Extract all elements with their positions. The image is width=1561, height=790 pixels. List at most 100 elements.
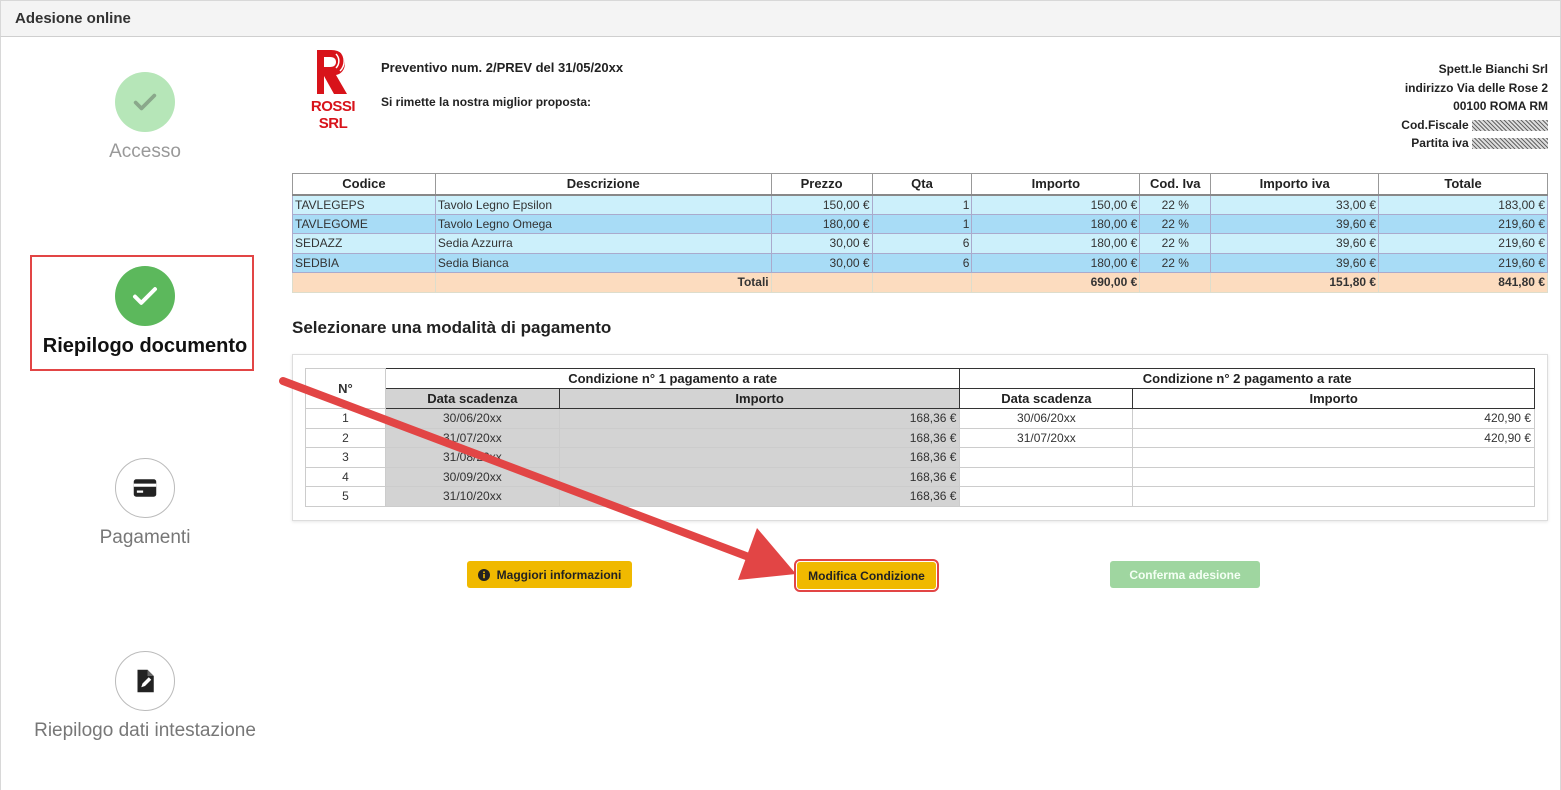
table-cell: Tavolo Legno Omega [434, 213, 772, 234]
step-label: Accesso [109, 141, 181, 162]
column-header: Descrizione [434, 173, 772, 196]
installment-cell: 420,90 € [1132, 427, 1535, 448]
credit-card-icon [115, 458, 175, 518]
table-row[interactable]: TAVLEGEPS Tavolo Legno Epsilon 150,00 €1 15… [292, 194, 1548, 215]
table-cell: Sedia Bianca [434, 252, 772, 273]
document-subtitle: Si rimette la nostra miglior proposta: [381, 95, 592, 109]
column-header: Totale [1378, 173, 1548, 196]
table-cell: 39,60 € [1210, 252, 1380, 273]
condition-1-header[interactable]: Condizione n° 1 pagamento a rate [384, 368, 961, 389]
column-header: Codice [292, 173, 436, 196]
table-row[interactable]: SEDAZZ Sedia Azzurra 30,00 €6 180,00 €22 % 3… [292, 233, 1548, 254]
installment-cell [1132, 447, 1535, 468]
totals-cell [770, 272, 873, 293]
installment-row[interactable]: 5 31/10/20xx 168,36 € [305, 486, 1535, 507]
table-cell: 180,00 € [770, 213, 873, 234]
installment-cell: 30/06/20xx [959, 408, 1134, 429]
table-cell: 183,00 € [1378, 194, 1548, 215]
installment-cell: 30/09/20xx [384, 466, 560, 487]
installment-cell: 3 [305, 447, 386, 468]
column-header: Data scadenza [959, 388, 1134, 409]
step-label: Riepilogo dati intestazione [34, 720, 256, 741]
table-cell: 180,00 € [971, 233, 1141, 254]
recipient-cf: Cod.Fiscale [1401, 116, 1548, 135]
table-cell: 39,60 € [1210, 213, 1380, 234]
table-cell: 33,00 € [1210, 194, 1380, 215]
installment-cell: 168,36 € [558, 427, 961, 448]
table-cell: TAVLEGOME [292, 213, 436, 234]
table-cell: 30,00 € [770, 252, 873, 273]
document-title: Preventivo num. 2/PREV del 31/05/20xx [381, 60, 624, 75]
check-icon [115, 266, 175, 326]
installment-cell [959, 466, 1134, 487]
installment-cell: 31/08/20xx [384, 447, 560, 468]
step-riepilogo-documento[interactable]: Riepilogo documento [0, 266, 290, 358]
table-cell: Tavolo Legno Epsilon [434, 194, 772, 215]
recipient-piva: Partita iva [1401, 134, 1548, 153]
totals-row: Totali 690,00 € 151,80 €841,80 € [292, 272, 1548, 293]
totals-cell: 151,80 € [1210, 272, 1380, 293]
table-cell: 180,00 € [971, 213, 1141, 234]
table-cell: 1 [871, 213, 973, 234]
modify-condition-button[interactable]: Modifica Condizione [794, 559, 939, 592]
table-cell: 6 [871, 252, 973, 273]
table-cell: 22 % [1139, 213, 1212, 234]
totals-cell: 841,80 € [1378, 272, 1548, 293]
totals-cell: Totali [434, 272, 772, 293]
column-header: Prezzo [770, 173, 873, 196]
confirm-adhesion-button[interactable]: Conferma adesione [1110, 561, 1260, 588]
column-header: Importo iva [1210, 173, 1380, 196]
installment-cell: 30/06/20xx [384, 408, 560, 429]
table-cell: 180,00 € [971, 252, 1141, 273]
column-header: Data scadenza [384, 388, 560, 409]
column-header: Cod. Iva [1139, 173, 1212, 196]
check-icon [115, 72, 175, 132]
confirm-adhesion-label: Conferma adesione [1129, 567, 1241, 582]
modify-condition-label: Modifica Condizione [808, 568, 925, 583]
redacted-value [1472, 119, 1548, 131]
installment-row[interactable]: 1 30/06/20xx 168,36 €30/06/20xx 420,90 € [305, 408, 1535, 429]
step-pagamenti[interactable]: Pagamenti [0, 458, 290, 549]
items-table: Codice Descrizione Prezzo Qta Importo Co… [292, 173, 1548, 293]
window-header: Adesione online [0, 0, 1561, 37]
column-header: Importo [558, 388, 961, 409]
installment-cell [1132, 486, 1535, 507]
installment-row[interactable]: 2 31/07/20xx 168,36 €31/07/20xx 420,90 € [305, 427, 1535, 448]
table-cell: 39,60 € [1210, 233, 1380, 254]
installment-row[interactable]: 4 30/09/20xx 168,36 € [305, 466, 1535, 487]
redacted-value [1472, 138, 1548, 150]
more-info-button[interactable]: Maggiori informazioni [467, 561, 632, 588]
recipient-name: Spett.le Bianchi Srl [1438, 62, 1548, 76]
totals-cell [292, 272, 436, 293]
installment-cell: 168,36 € [558, 408, 961, 429]
installment-cell: 420,90 € [1132, 408, 1535, 429]
column-header: Importo [1132, 388, 1535, 409]
table-cell: 219,60 € [1378, 252, 1548, 273]
step-accesso[interactable]: Accesso [0, 72, 290, 163]
table-cell: SEDBIA [292, 252, 436, 273]
installment-cell: 5 [305, 486, 386, 507]
table-cell: 150,00 € [971, 194, 1141, 215]
column-header-number: N° [305, 368, 386, 409]
installment-cell: 31/07/20xx [384, 427, 560, 448]
table-row[interactable]: SEDBIA Sedia Bianca 30,00 €6 180,00 €22 % 39… [292, 252, 1548, 273]
table-cell: Sedia Azzurra [434, 233, 772, 254]
installment-row[interactable]: 3 31/08/20xx 168,36 € [305, 447, 1535, 468]
installment-cell: 1 [305, 408, 386, 429]
totals-cell [1139, 272, 1212, 293]
more-info-label: Maggiori informazioni [496, 567, 622, 582]
table-cell: 22 % [1139, 252, 1212, 273]
window-title: Adesione online [15, 10, 131, 27]
table-cell: 150,00 € [770, 194, 873, 215]
document-edit-icon [115, 651, 175, 711]
step-riepilogo-dati-intestazione[interactable]: Riepilogo dati intestazione [0, 651, 290, 742]
installment-cell [959, 486, 1134, 507]
condition-2-header[interactable]: Condizione n° 2 pagamento a rate [959, 368, 1535, 389]
company-logo-text: ROSSI SRL [310, 98, 356, 132]
table-cell: 22 % [1139, 233, 1212, 254]
table-row[interactable]: TAVLEGOME Tavolo Legno Omega 180,00 €1 180,… [292, 213, 1548, 234]
table-cell: 219,60 € [1378, 213, 1548, 234]
table-cell: 219,60 € [1378, 233, 1548, 254]
step-label: Riepilogo documento [42, 335, 248, 357]
column-header: Importo [971, 173, 1141, 196]
